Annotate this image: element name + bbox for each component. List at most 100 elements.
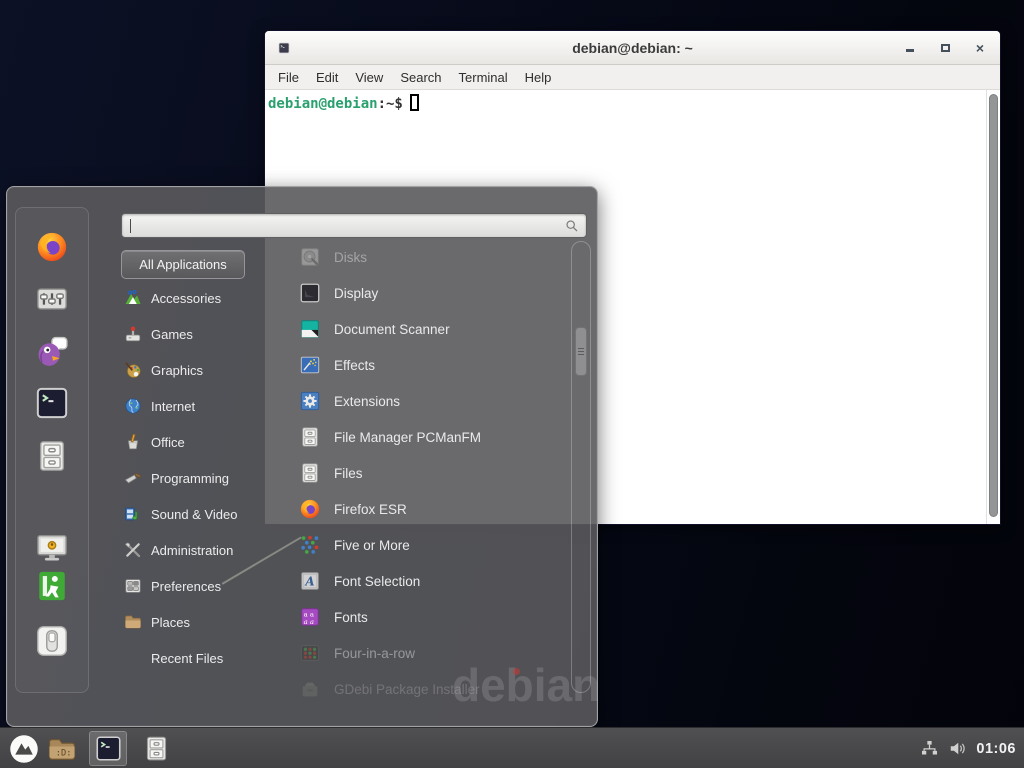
sound-video-icon [124,505,142,523]
minimize-icon [906,49,914,52]
app-document-scanner[interactable]: Document Scanner [285,311,565,347]
start-menu-icon [9,734,39,764]
taskbar-task-terminal-active[interactable] [89,731,127,766]
display-icon [299,282,321,304]
effects-icon [299,354,321,376]
terminal-titlebar[interactable]: debian@debian: ~ × [265,31,1000,65]
category-label: Preferences [151,579,221,594]
favorite-shut-down-button[interactable] [35,624,69,658]
app-four-in-a-row[interactable]: Four-in-a-row [285,635,565,671]
maximize-button[interactable] [939,42,951,54]
favorite-terminal-button[interactable] [35,386,69,420]
app-disks[interactable]: Disks [285,239,565,275]
office-icon [124,433,142,451]
category-graphics[interactable]: Graphics [121,352,285,388]
five-or-more-icon [299,534,321,556]
control-panel-icon [35,282,69,316]
terminal-menu-help[interactable]: Help [525,70,552,85]
favorite-file-cabinet-button[interactable] [35,439,69,473]
window-controls: × [904,31,986,65]
desktop: { "desktop": { "watermark_text": "debian… [0,0,1024,768]
folder-icon: :D: [47,734,77,764]
category-list: Accessories GamesGraphics Internet Office Pr… [121,280,285,676]
svg-text::D:: :D: [56,748,72,758]
taskbar-task-file-cabinet[interactable] [137,731,175,766]
maximize-icon [941,44,950,52]
category-label: Programming [151,471,229,486]
prompt-path: :~$ [378,96,403,112]
preferences-icon [124,577,142,595]
terminal-menu-search[interactable]: Search [400,70,441,85]
favorite-control-panel-button[interactable] [35,282,69,316]
volume-icon[interactable] [948,739,967,758]
minimize-button[interactable] [904,42,916,54]
search-input[interactable] [121,213,587,238]
terminal-menu-view[interactable]: View [355,70,383,85]
category-places[interactable]: Places [121,604,285,640]
category-games[interactable]: Games [121,316,285,352]
app-effects[interactable]: Effects [285,347,565,383]
all-applications-button[interactable]: All Applications [121,250,245,279]
network-icon[interactable] [920,739,939,758]
app-five-or-more[interactable]: Five or More [285,527,565,563]
app-font-selection[interactable]: A Font Selection [285,563,565,599]
application-menu: All Applications Accessories GamesGraphic… [6,186,598,727]
application-list-scrollbar-thumb[interactable] [575,327,587,376]
disks-icon [299,246,321,268]
taskbar-left: :D: [8,728,180,768]
category-label: Sound & Video [151,507,238,522]
app-display[interactable]: Display [285,275,565,311]
app-label: Five or More [334,538,410,553]
app-label: Fonts [334,610,368,625]
terminal-scrollbar-thumb[interactable] [989,94,998,517]
favorite-log-out-button[interactable] [35,569,69,603]
app-label: Firefox ESR [334,502,407,517]
search-icon [564,218,580,234]
programming-icon [124,469,142,487]
games-icon [124,325,142,343]
terminal-menu-terminal[interactable]: Terminal [459,70,508,85]
category-accessories[interactable]: Accessories [121,280,285,316]
app-label: Font Selection [334,574,420,589]
category-programming[interactable]: Programming [121,460,285,496]
terminal-scrollbar[interactable] [986,90,1000,524]
category-internet[interactable]: Internet [121,388,285,424]
terminal-menu-edit[interactable]: Edit [316,70,338,85]
taskbar-folder-button[interactable]: :D: [46,733,78,765]
favorites-panel [15,207,89,693]
application-list-scrollbar[interactable] [571,241,591,693]
wallpaper-watermark-dot [513,668,520,675]
svg-text:A: A [304,575,314,589]
category-administration[interactable]: Administration [121,532,285,568]
category-recent-files[interactable]: Recent Files [121,640,285,676]
app-label: Four-in-a-row [334,646,415,661]
category-label: Administration [151,543,233,558]
favorite-lock-screen-button[interactable] [35,530,69,564]
application-list: Disks Display Document Scanner EffectsExten… [285,239,565,707]
app-extensions[interactable]: Extensions [285,383,565,419]
app-fonts[interactable]: a aa aFonts [285,599,565,635]
four-in-a-row-icon [299,642,321,664]
terminal-menu-file[interactable]: File [278,70,299,85]
category-label: Internet [151,399,195,414]
close-button[interactable]: × [974,42,986,54]
terminal-menubar: File Edit View Search Terminal Help [265,65,1000,90]
category-label: Accessories [151,291,221,306]
category-sound-video[interactable]: Sound & Video [121,496,285,532]
app-files[interactable]: Files [285,455,565,491]
taskbar-start-menu-button[interactable] [8,733,40,765]
app-file-manager-pcmanfm[interactable]: File Manager PCManFM [285,419,565,455]
document-scanner-icon [299,318,321,340]
app-firefox-esr[interactable]: Firefox ESR [285,491,565,527]
extensions-icon [299,390,321,412]
category-office[interactable]: Office [121,424,285,460]
firefox-icon [35,230,69,264]
favorite-pidgin-button[interactable] [35,334,69,368]
app-label: Document Scanner [334,322,450,337]
app-label: Files [334,466,363,481]
app-label: Display [334,286,378,301]
favorite-firefox-button[interactable] [35,230,69,264]
taskbar-clock[interactable]: 01:06 [976,741,1016,757]
category-preferences[interactable]: Preferences [121,568,285,604]
app-gdebi-package-installer[interactable]: GDebi Package Installer [285,671,565,707]
